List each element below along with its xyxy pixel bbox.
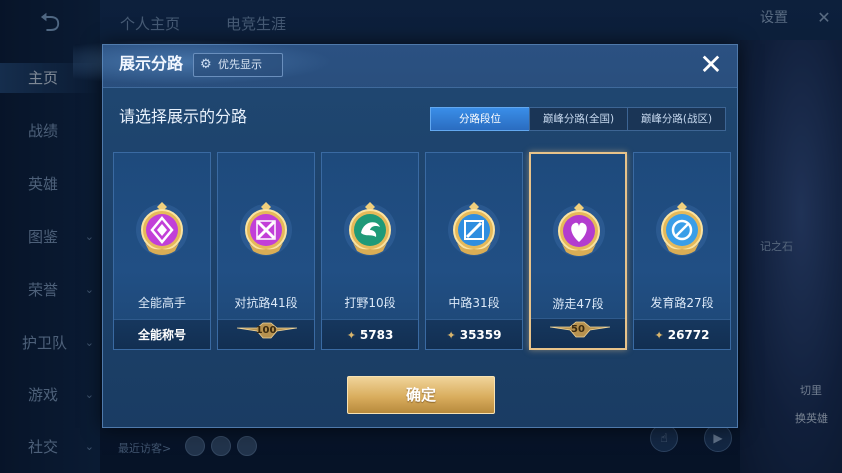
lane-display-dialog: 展示分路 ⚙ 优先显示 ✕ 请选择展示的分路 分路段位 巅峰分路(全国) 巅峰分… xyxy=(73,39,738,428)
lane-card-footer: 全能称号 xyxy=(114,319,210,349)
lane-footer-value: 35359 xyxy=(459,328,502,342)
lane-name: 全能高手 xyxy=(137,296,186,310)
tier-mark: 50 xyxy=(571,324,585,335)
lane-prompt: 请选择展示的分路 xyxy=(119,107,248,126)
lane-card-mid-lane[interactable]: 中路31段 ✦ 35359 xyxy=(425,152,523,350)
lane-card-footer: ✦ 35359 xyxy=(426,319,522,349)
lane-badge-icon xyxy=(656,202,708,256)
lane-card-farm-lane[interactable]: 发育路27段 ✦ 26772 xyxy=(633,152,731,350)
lane-badge-icon xyxy=(553,203,605,257)
lane-footer-value: 全能称号 xyxy=(137,328,186,342)
tab-lane-rank[interactable]: 分路段位 xyxy=(430,107,530,131)
lane-card-footer: 50 xyxy=(531,318,625,348)
lane-badge-icon xyxy=(448,202,500,256)
rank-icon: ✦ xyxy=(446,329,456,342)
lane-card-footer: ✦ 26772 xyxy=(634,319,730,349)
lane-tabs: 分路段位 巅峰分路(全国) 巅峰分路(战区) xyxy=(430,107,726,131)
priority-display-button[interactable]: ⚙ 优先显示 xyxy=(193,53,283,77)
lane-card-roam[interactable]: 游走47段 50 xyxy=(529,152,627,350)
confirm-button[interactable]: 确定 xyxy=(347,376,495,414)
lane-name: 打野10段 xyxy=(344,296,396,310)
lane-card-clash-lane[interactable]: 对抗路41段 100 xyxy=(217,152,315,350)
lane-name: 中路31段 xyxy=(448,296,500,310)
lane-card-jungle[interactable]: 打野10段 ✦ 5783 xyxy=(321,152,419,350)
lane-badge-icon xyxy=(344,202,396,256)
priority-display-label: 优先显示 xyxy=(218,58,262,71)
lane-badge-icon xyxy=(136,202,188,256)
tab-peak-lane-region[interactable]: 巅峰分路(战区) xyxy=(627,107,726,131)
dialog-body: 请选择展示的分路 分路段位 巅峰分路(全国) 巅峰分路(战区) 全能高手全能称号… xyxy=(103,87,737,427)
lane-badge-icon xyxy=(240,202,292,256)
lane-card-footer: ✦ 5783 xyxy=(322,319,418,349)
tab-peak-lane-national[interactable]: 巅峰分路(全国) xyxy=(529,107,628,131)
lane-footer-value: 26772 xyxy=(667,328,710,342)
lane-card-footer: 100 xyxy=(218,319,314,349)
lane-name: 游走47段 xyxy=(552,297,604,311)
lane-name: 对抗路41段 xyxy=(234,296,298,310)
gear-icon: ⚙ xyxy=(200,57,212,72)
lane-card-all-round[interactable]: 全能高手 全能称号 xyxy=(113,152,211,350)
dialog-title: 展示分路 xyxy=(119,54,184,73)
lane-name: 发育路27段 xyxy=(650,296,714,310)
rank-icon: ✦ xyxy=(654,329,664,342)
tier-mark: 100 xyxy=(255,325,277,336)
close-icon[interactable]: ✕ xyxy=(695,49,727,81)
lane-footer-value: 5783 xyxy=(359,328,394,342)
rank-icon: ✦ xyxy=(346,329,356,342)
